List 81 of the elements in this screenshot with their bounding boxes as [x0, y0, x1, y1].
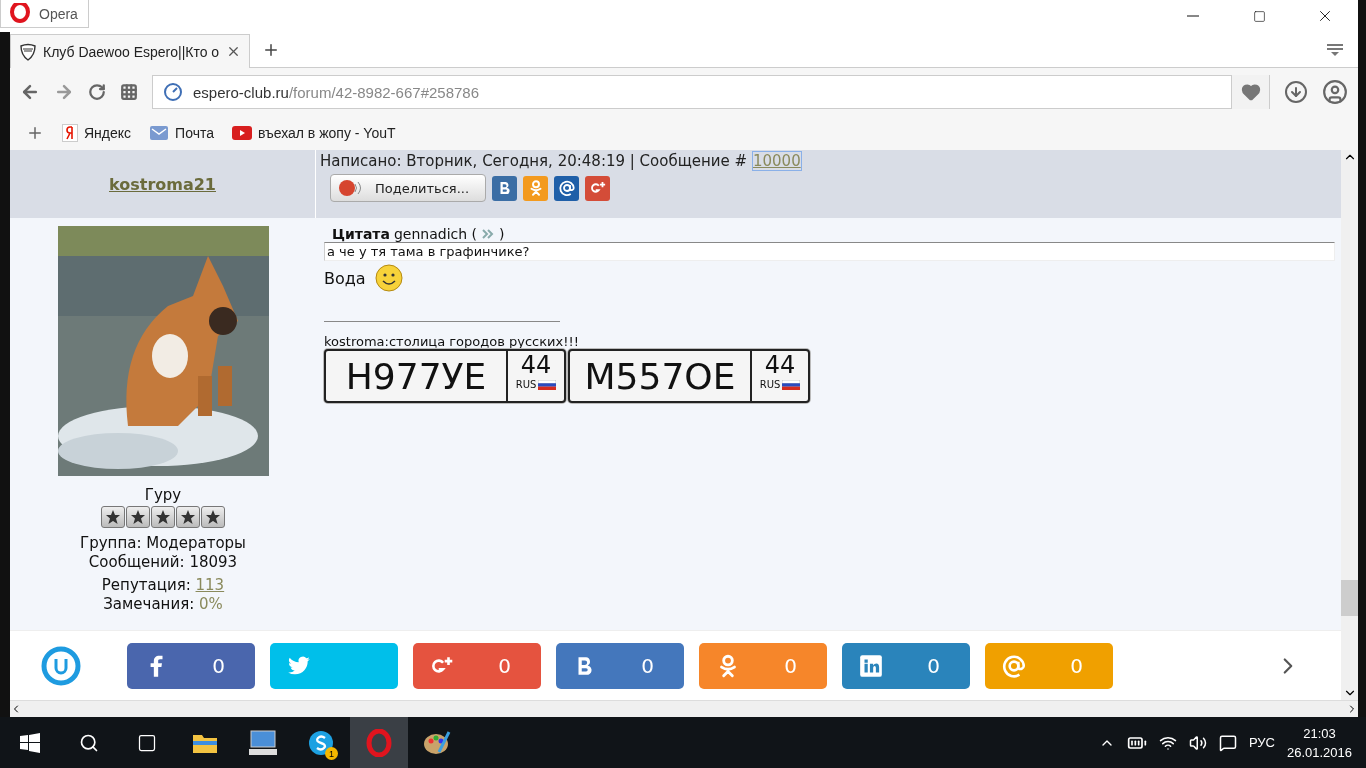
share-icon[interactable] — [554, 175, 579, 201]
palette-icon — [423, 729, 451, 756]
at-sign-icon — [1001, 652, 1027, 679]
windows-logo-icon — [20, 732, 40, 753]
warnings-value: 0% — [199, 595, 223, 613]
power-icon[interactable] — [40, 644, 82, 687]
app-title[interactable]: Opera — [0, 0, 89, 28]
reply-text: Вода — [324, 268, 366, 288]
quote-label: Цитата — [332, 226, 390, 242]
language-indicator[interactable]: РУС — [1248, 735, 1275, 750]
user-group: Группа: Модераторы — [80, 534, 246, 553]
flag-icon — [782, 379, 801, 390]
add-bookmark-button[interactable] — [26, 124, 44, 142]
yandex-icon — [62, 124, 78, 142]
speed-dial-button[interactable] — [120, 83, 138, 101]
address-bar[interactable]: espero-club.ru/forum/42-8982-667#258786 — [152, 75, 1270, 109]
envelope-icon — [149, 124, 170, 142]
tab-menu-button[interactable] — [1326, 43, 1344, 59]
share-icon[interactable] — [585, 175, 610, 201]
task-view-icon — [137, 732, 157, 753]
menu-icon — [1326, 43, 1344, 59]
browser-tab[interactable]: Клуб Daewoo Espero||Кто о — [10, 34, 250, 68]
quote-text: а че у тя тама в графинчике? — [324, 242, 1335, 261]
share-count-button[interactable]: 0 — [842, 642, 970, 689]
heart-icon — [1240, 82, 1261, 102]
share-button[interactable]: Поделиться... — [330, 174, 486, 202]
message-count: Сообщений: 18093 — [88, 553, 238, 572]
close-tab-icon[interactable] — [226, 44, 241, 59]
quote-paren: ) — [499, 226, 505, 242]
speedometer-icon — [163, 82, 183, 102]
account-button[interactable] — [1322, 79, 1348, 105]
license-plate: Н977УЕ 44 RUS — [324, 349, 566, 403]
computer-icon — [248, 729, 278, 756]
skype-button[interactable]: 1 — [292, 717, 350, 768]
bookmark-heart-button[interactable] — [1231, 75, 1269, 109]
clock[interactable]: 21:03 26.01.2016 — [1286, 725, 1352, 760]
user-icon — [1322, 79, 1348, 105]
reload-icon — [88, 83, 106, 101]
play-icon — [232, 126, 252, 140]
new-tab-button[interactable] — [262, 41, 280, 59]
maximize-icon — [1252, 9, 1266, 23]
signature-text: kostroma:столица городов русских!!! — [324, 334, 579, 349]
plus-icon — [262, 41, 280, 59]
bookmark-link[interactable]: Почта — [149, 124, 214, 142]
notification-badge: 1 — [325, 747, 338, 760]
warnings-label: Замечания: — [103, 595, 195, 613]
reload-button[interactable] — [88, 83, 106, 101]
grid-icon — [120, 83, 138, 101]
share-count-button[interactable]: 0 — [556, 642, 684, 689]
shield-icon — [19, 42, 37, 61]
forward-arrow-icon — [54, 82, 74, 102]
quote-author: gennadich ( — [393, 226, 477, 242]
post-meta: Написано: Вторник, Сегодня, 20:48:19 | Сообщение # 10000 — [320, 152, 803, 170]
notifications-icon[interactable] — [1218, 733, 1237, 752]
download-button[interactable] — [1284, 80, 1308, 104]
bookmark-link[interactable]: Яндекс — [62, 124, 132, 142]
author-link[interactable]: kostroma21 — [109, 174, 216, 194]
share-count-button[interactable]: 0 — [413, 642, 541, 689]
reputation-label: Репутация: — [101, 576, 191, 594]
share-icon[interactable] — [492, 175, 517, 201]
flag-icon — [538, 379, 557, 390]
smiley-icon — [373, 263, 404, 293]
minimize-icon — [1187, 15, 1199, 17]
forward-button[interactable] — [54, 82, 74, 102]
skype-icon — [308, 729, 334, 756]
plus-icon — [26, 124, 44, 142]
horizontal-scrollbar[interactable] — [10, 700, 1358, 717]
search-icon — [79, 732, 99, 753]
vertical-scrollbar[interactable] — [1341, 150, 1358, 700]
bookmark-link[interactable]: въехал в жопу - YouT — [232, 125, 396, 141]
user-rank: Гуру — [144, 486, 182, 505]
download-icon — [1284, 80, 1308, 104]
share-count-button[interactable]: 0 — [127, 642, 255, 689]
volume-icon[interactable] — [1188, 733, 1207, 752]
opera-logo-icon — [366, 728, 392, 757]
scrollbar-thumb[interactable] — [1341, 580, 1358, 616]
opera-logo-icon — [9, 2, 31, 25]
linkedin-icon — [858, 652, 884, 679]
license-plate: М557ОЕ 44 RUS — [568, 349, 810, 403]
back-button[interactable] — [20, 82, 40, 102]
at-sign-icon — [557, 179, 576, 197]
